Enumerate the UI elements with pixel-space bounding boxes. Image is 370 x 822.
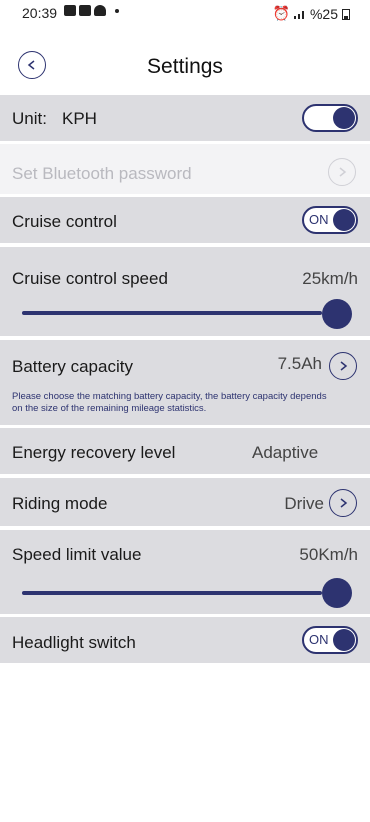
speed-limit-slider-handle[interactable]	[322, 578, 352, 608]
headlight-row: Headlight switch ON	[0, 617, 370, 663]
riding-mode-label: Riding mode	[12, 494, 108, 513]
cruise-speed-row: Cruise control speed 25km/h	[0, 247, 370, 336]
cruise-speed-slider-track[interactable]	[22, 311, 322, 315]
bluetooth-label: Set Bluetooth password	[12, 164, 192, 183]
alarm-icon: ⏰	[272, 5, 290, 21]
toggle-on-text: ON	[309, 212, 329, 227]
bluetooth-chevron[interactable]	[328, 158, 356, 186]
battery-capacity-value: 7.5Ah	[277, 354, 322, 373]
more-dot-icon	[115, 8, 119, 13]
headlight-toggle[interactable]: ON	[302, 626, 358, 654]
energy-recovery-value: Adaptive	[252, 443, 319, 462]
gallery-icon	[64, 5, 76, 16]
speed-limit-label: Speed limit value	[12, 545, 142, 564]
status-time: 20:39	[22, 5, 58, 21]
toggle-knob	[333, 107, 355, 129]
riding-mode-value: Drive	[284, 494, 324, 513]
notification-icons	[64, 5, 119, 16]
cruise-control-label: Cruise control	[12, 212, 117, 231]
speed-limit-slider-track[interactable]	[22, 591, 322, 595]
battery-percent: %25	[309, 5, 338, 22]
unit-label: Unit:	[12, 109, 47, 128]
energy-recovery-label: Energy recovery level	[12, 443, 176, 462]
chevron-right-icon	[340, 361, 348, 371]
cruise-control-toggle[interactable]: ON	[302, 206, 358, 234]
battery-capacity-chevron[interactable]	[329, 352, 357, 380]
bluetooth-row[interactable]: Set Bluetooth password	[0, 144, 370, 194]
unit-toggle[interactable]	[302, 104, 358, 132]
unit-value: KPH	[62, 109, 97, 128]
status-bar: 20:39 ⏰ %25	[0, 0, 370, 26]
toggle-knob	[333, 629, 355, 651]
cruise-control-row: Cruise control ON	[0, 197, 370, 243]
cloud-icon	[94, 5, 106, 16]
battery-capacity-note: Please choose the matching battery capac…	[12, 391, 327, 414]
header: Settings	[0, 40, 370, 94]
speed-limit-row: Speed limit value 50Km/h	[0, 530, 370, 614]
status-right: ⏰ %25	[273, 5, 350, 22]
riding-mode-row[interactable]: Riding mode Drive	[0, 478, 370, 526]
battery-capacity-label: Battery capacity	[12, 357, 133, 376]
signal-icon	[293, 10, 304, 19]
headlight-label: Headlight switch	[12, 633, 136, 652]
toggle-knob	[333, 209, 355, 231]
cruise-speed-value: 25km/h	[302, 269, 358, 288]
toggle-on-text: ON	[309, 632, 329, 647]
speed-limit-value: 50Km/h	[299, 545, 358, 564]
battery-icon	[342, 8, 350, 20]
unit-row: Unit: KPH	[0, 95, 370, 141]
cruise-speed-label: Cruise control speed	[12, 269, 168, 288]
riding-mode-chevron[interactable]	[329, 489, 357, 517]
youtube-icon	[79, 5, 91, 16]
cruise-speed-slider-handle[interactable]	[322, 299, 352, 329]
chevron-right-icon	[339, 167, 347, 177]
battery-capacity-row[interactable]: Battery capacity 7.5Ah Please choose the…	[0, 340, 370, 425]
energy-recovery-row[interactable]: Energy recovery level Adaptive	[0, 428, 370, 474]
chevron-right-icon	[340, 498, 348, 508]
page-title: Settings	[147, 55, 223, 78]
